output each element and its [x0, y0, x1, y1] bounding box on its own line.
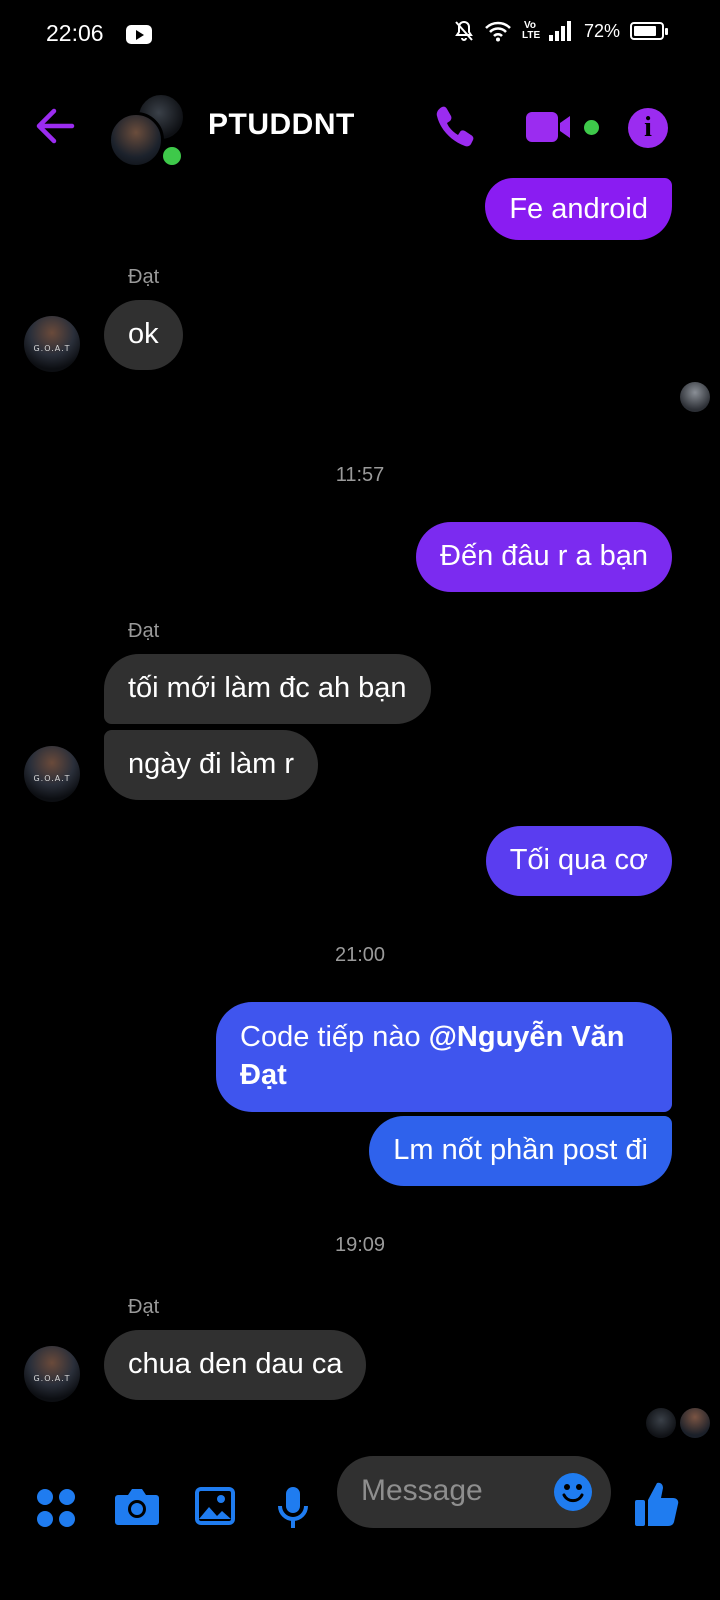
sender-name: Đạt [128, 266, 160, 288]
mention-link[interactable]: @Nguyễn Văn [429, 1021, 625, 1053]
message-composer: Message [0, 1452, 720, 1552]
status-time: 22:06 [46, 20, 104, 46]
signal-icon [548, 21, 571, 41]
sender-name: Đạt [128, 1296, 160, 1318]
outgoing-message[interactable]: Fe android [485, 178, 672, 240]
member-avatar [108, 112, 164, 168]
group-avatar[interactable] [108, 92, 186, 168]
status-bar: 22:06 Vo LTE 72% [0, 0, 720, 70]
incoming-message[interactable]: ngày đi làm r [104, 730, 319, 800]
sender-avatar[interactable] [24, 746, 80, 802]
read-receipt-avatar [646, 1408, 676, 1438]
wifi-icon [485, 21, 511, 42]
mute-bell-icon [455, 20, 473, 41]
incoming-message[interactable]: ok [104, 300, 183, 370]
more-actions-icon[interactable] [36, 1488, 76, 1528]
sender-avatar[interactable] [24, 316, 80, 372]
incoming-message[interactable]: chua den dau ca [104, 1330, 367, 1400]
outgoing-message[interactable]: Lm nốt phần post đi [369, 1116, 672, 1186]
status-icons: Vo LTE 72% [454, 20, 668, 42]
outgoing-message[interactable]: Tối qua cơ [485, 826, 672, 896]
timestamp: 19:09 [334, 1234, 386, 1256]
video-call-icon[interactable] [526, 112, 572, 142]
mention-link[interactable]: Đạt [240, 1059, 287, 1091]
info-icon[interactable]: i [628, 108, 668, 148]
emoji-icon[interactable] [553, 1472, 593, 1512]
message-text: Code tiếp nào [240, 1021, 429, 1053]
chat-title[interactable]: PTUDDNT [208, 108, 355, 142]
like-thumbs-up-icon[interactable] [634, 1480, 680, 1528]
message-input[interactable]: Message [337, 1456, 611, 1528]
camera-icon[interactable] [114, 1486, 160, 1526]
gallery-icon[interactable] [194, 1486, 236, 1526]
read-receipt-avatar [680, 382, 710, 412]
chat-header: PTUDDNT i [0, 80, 720, 176]
online-indicator [160, 144, 184, 168]
timestamp: 11:57 [335, 464, 385, 486]
read-receipt-avatar [680, 1408, 710, 1438]
incoming-message[interactable]: tối mới làm đc ah bạn [104, 654, 431, 724]
video-online-indicator [584, 120, 599, 135]
outgoing-message-with-mention[interactable]: Code tiếp nào @Nguyễn Văn Đạt [216, 1002, 672, 1112]
outgoing-message[interactable]: Đến đâu r a bạn [416, 522, 672, 592]
youtube-notification-icon [126, 25, 152, 44]
timestamp: 21:00 [334, 944, 386, 966]
volte-icon: Vo LTE [521, 20, 541, 41]
phone-call-icon[interactable] [434, 104, 474, 148]
battery-percent: 72% [583, 20, 620, 41]
microphone-icon[interactable] [276, 1486, 310, 1530]
back-arrow-icon[interactable] [34, 106, 76, 146]
sender-name: Đạt [128, 620, 160, 642]
message-placeholder: Message [361, 1474, 483, 1507]
battery-icon [630, 22, 668, 40]
sender-avatar[interactable] [24, 1346, 80, 1402]
